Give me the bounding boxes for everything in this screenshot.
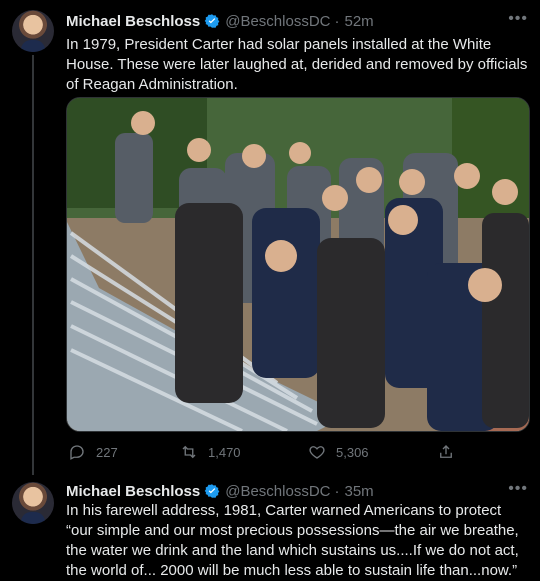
author-avatar[interactable] bbox=[12, 10, 54, 52]
timestamp[interactable]: 35m bbox=[345, 483, 374, 500]
retweet-button[interactable]: 1,470 bbox=[180, 443, 241, 461]
more-icon[interactable]: ••• bbox=[508, 10, 528, 28]
share-icon bbox=[440, 445, 452, 458]
retweet-count: 1,470 bbox=[208, 444, 241, 460]
tweet-header: Michael Beschloss @BeschlossDC · 35m ••• bbox=[66, 480, 528, 502]
tweet-2[interactable]: Michael Beschloss @BeschlossDC · 35m •••… bbox=[0, 475, 540, 581]
reply-count: 227 bbox=[96, 444, 118, 460]
like-count: 5,306 bbox=[336, 444, 369, 460]
tweet-text: In 1979, President Carter had solar pane… bbox=[66, 36, 528, 93]
reply-icon bbox=[70, 445, 84, 460]
author-name[interactable]: Michael Beschloss bbox=[66, 13, 200, 30]
author-handle[interactable]: @BeschlossDC bbox=[225, 13, 330, 30]
timestamp[interactable]: 52m bbox=[345, 13, 374, 30]
author-avatar[interactable] bbox=[12, 482, 54, 524]
author-handle[interactable]: @BeschlossDC bbox=[225, 483, 330, 500]
solar-panel-photo bbox=[67, 98, 529, 431]
tweet-1[interactable]: Michael Beschloss @BeschlossDC · 52m •••… bbox=[0, 0, 540, 475]
author-name[interactable]: Michael Beschloss bbox=[66, 483, 200, 500]
verified-badge-icon bbox=[204, 14, 220, 28]
reply-button[interactable]: 227 bbox=[68, 443, 118, 461]
more-icon[interactable]: ••• bbox=[508, 480, 528, 498]
separator-dot: · bbox=[334, 12, 340, 30]
retweet-icon bbox=[182, 445, 196, 459]
verified-badge-icon bbox=[204, 484, 220, 498]
tweet-actions: 227 1,470 5,306 bbox=[66, 440, 486, 464]
like-button[interactable]: 5,306 bbox=[308, 443, 369, 461]
separator-dot: · bbox=[334, 482, 340, 500]
tweet-text: In his farewell address, 1981, Carter wa… bbox=[66, 502, 519, 579]
tweet-header: Michael Beschloss @BeschlossDC · 52m ••• bbox=[66, 10, 528, 32]
like-icon bbox=[309, 446, 325, 459]
share-button[interactable] bbox=[437, 443, 455, 461]
tweet-photo[interactable] bbox=[66, 97, 530, 432]
